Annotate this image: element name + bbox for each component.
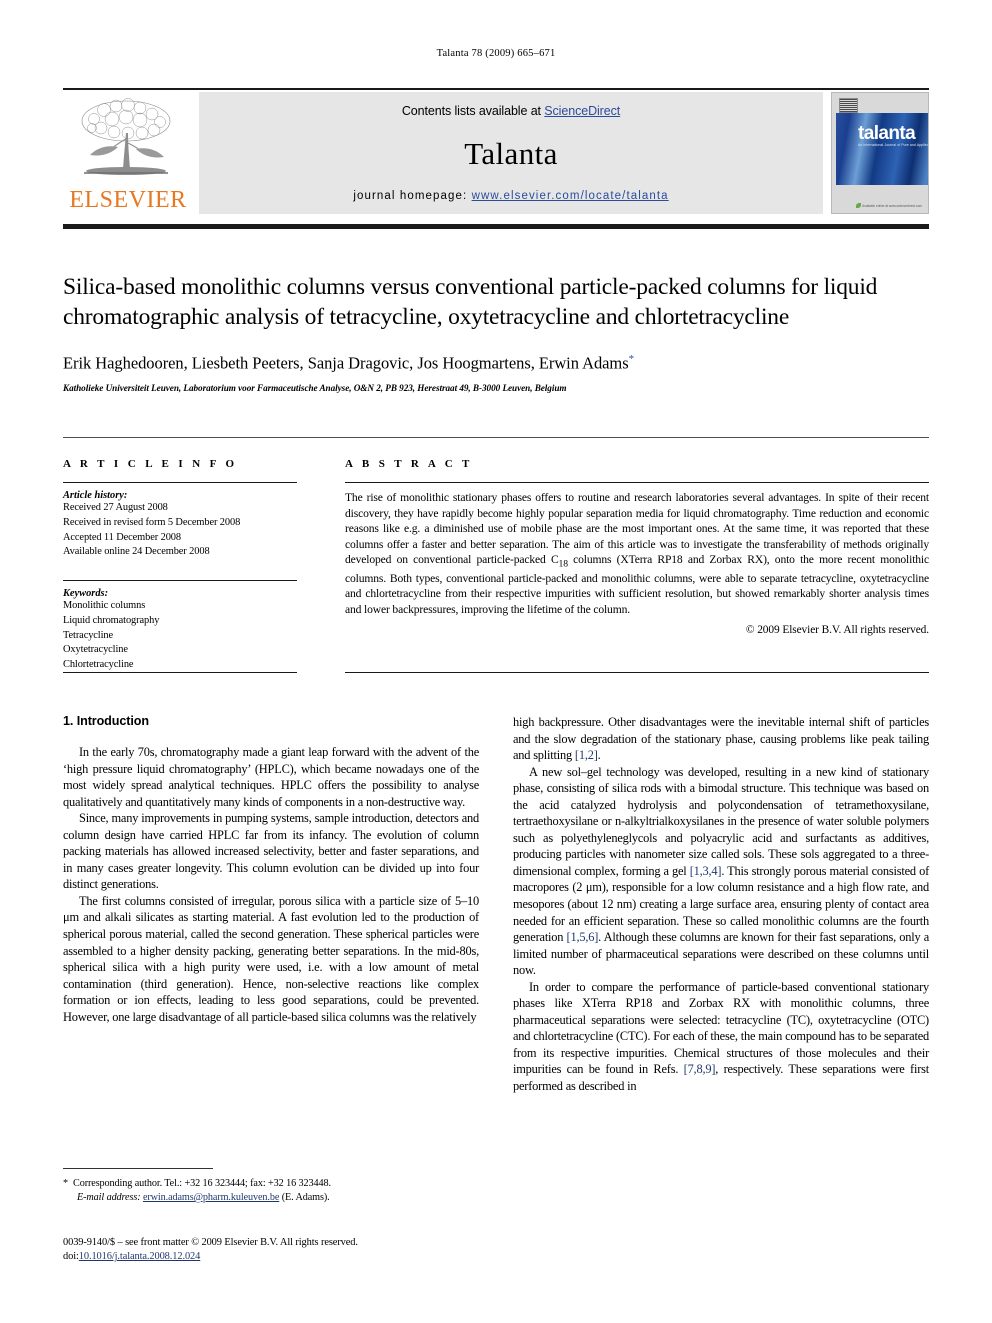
running-head: Talanta 78 (2009) 665–671 — [436, 48, 556, 59]
keyword-item: Tetracycline — [63, 629, 113, 641]
header-top-rule — [63, 88, 929, 90]
article-history-label: Article history: — [63, 490, 128, 501]
footnote-block: * Corresponding author. Tel.: +32 16 3234… — [63, 1177, 479, 1205]
journal-homepage-line: journal homepage: www.elsevier.com/locat… — [353, 190, 668, 202]
copyright-line: © 2009 Elsevier B.V. All rights reserved… — [745, 624, 929, 637]
abstract-bottom-rule — [345, 672, 929, 673]
abstract-text: The rise of monolithic stationary phases… — [345, 490, 929, 617]
keyword-item: Monolithic columns — [63, 600, 146, 612]
article-history-item: Received in revised form 5 December 2008 — [63, 516, 241, 528]
article-history-item: Accepted 11 December 2008 — [63, 531, 181, 543]
paragraph: In order to compare the performance of p… — [513, 979, 929, 1094]
article-history-item: Received 27 August 2008 — [63, 502, 168, 513]
citation-reference[interactable]: [1,5,6] — [567, 930, 599, 944]
keywords-rule — [63, 580, 297, 582]
imprint-block: 0039-9140/$ – see front matter © 2009 El… — [63, 1236, 493, 1265]
abstract-subscript: 18 — [558, 558, 569, 570]
keyword-item: Chlortetracycline — [63, 659, 134, 671]
doi-link[interactable]: 10.1016/j.talanta.2008.12.024 — [79, 1251, 201, 1262]
elsevier-wordmark: ELSEVIER — [69, 187, 187, 213]
cover-footer-text: Available online at www.sciencedirect.co… — [862, 204, 922, 208]
citation-reference[interactable]: [7,8,9] — [684, 1062, 716, 1076]
elsevier-tree-icon — [81, 98, 171, 175]
journal-cover-thumbnail: talanta An International Journal of Pure… — [831, 92, 929, 214]
email-link[interactable]: erwin.adams@pharm.kuleuven.be — [143, 1192, 279, 1203]
email-note: E-mail address: erwin.adams@pharm.kuleuv… — [63, 1191, 479, 1205]
contents-prefix: Contents lists available at — [401, 104, 545, 118]
journal-homepage-link[interactable]: www.elsevier.com/locate/talanta — [472, 190, 669, 202]
leaf-icon — [856, 203, 862, 208]
info-bottom-rule — [63, 672, 297, 673]
sciencedirect-link[interactable]: ScienceDirect — [544, 104, 620, 118]
citation-reference[interactable]: [1,2] — [575, 748, 598, 762]
page-title: Silica-based monolithic columns versus c… — [63, 274, 878, 331]
cover-footer: Available online at www.sciencedirect.co… — [856, 203, 922, 208]
article-info-column: A R T I C L E I N F O Article history: R… — [63, 458, 297, 673]
cover-title: talanta — [858, 123, 916, 144]
title-bottom-rule — [63, 437, 929, 438]
abstract-column: A B S T R A C T The rise of monolithic s… — [345, 458, 929, 636]
journal-center-band: Contents lists available at ScienceDirec… — [199, 92, 823, 214]
article-info-heading: A R T I C L E I N F O — [63, 458, 238, 470]
contents-lists-line: Contents lists available at ScienceDirec… — [402, 104, 620, 118]
affiliation: Katholieke Universiteit Leuven, Laborato… — [63, 383, 567, 394]
abstract-heading: A B S T R A C T — [345, 458, 473, 470]
homepage-label: journal homepage: — [353, 190, 468, 202]
email-label: E-mail address: — [77, 1192, 141, 1204]
asterisk-icon: * — [63, 1178, 68, 1189]
section-heading-introduction: 1. Introduction — [63, 714, 149, 728]
keywords-label: Keywords: — [63, 588, 109, 600]
keyword-item: Liquid chromatography — [63, 614, 160, 626]
paragraph: The first columns consisted of irregular… — [63, 893, 479, 1024]
keyword-item: Oxytetracycline — [63, 644, 128, 656]
body-column-right: high backpressure. Other disadvantages w… — [513, 714, 929, 1095]
footnote-rule — [63, 1168, 213, 1169]
journal-header-band: ELSEVIER Contents lists available at Sci… — [63, 92, 929, 214]
doi-label: doi: — [63, 1251, 79, 1263]
corresponding-author-text: Corresponding author. Tel.: +32 16 32344… — [73, 1178, 331, 1189]
paragraph: high backpressure. Other disadvantages w… — [513, 715, 929, 763]
citation-reference[interactable]: [1,3,4] — [690, 864, 722, 878]
article-history-item: Available online 24 December 2008 — [63, 546, 210, 558]
doi-line: doi:10.1016/j.talanta.2008.12.024 — [63, 1250, 493, 1264]
keywords-block: Keywords: Monolithic columns Liquid chro… — [63, 580, 297, 673]
author-list: Erik Haghedooren, Liesbeth Peeters, Sanj… — [63, 353, 929, 374]
cover-subtitle: An International Journal of Pure and App… — [858, 143, 929, 147]
title-block: Silica-based monolithic columns versus c… — [63, 272, 929, 393]
email-suffix: (E. Adams). — [281, 1192, 330, 1204]
article-info-rule — [63, 482, 297, 483]
corresponding-author-note: * Corresponding author. Tel.: +32 16 3234… — [63, 1177, 479, 1191]
header-bottom-rule — [63, 224, 929, 229]
author-names: Erik Haghedooren, Liesbeth Peeters, Sanj… — [63, 353, 629, 373]
paragraph: In the early 70s, chromatography made a … — [63, 745, 479, 809]
front-matter-line: 0039-9140/$ – see front matter © 2009 El… — [63, 1237, 358, 1248]
journal-title: Talanta — [464, 136, 558, 171]
paragraph: A new sol–gel technology was developed, … — [513, 764, 929, 978]
body-column-left: 1. Introduction In the early 70s, chroma… — [63, 714, 479, 1025]
corresponding-author-marker: * — [628, 352, 635, 365]
cover-publisher-mark-icon — [839, 98, 858, 113]
abstract-rule — [345, 482, 929, 483]
paper-page: Talanta 78 (2009) 665–671 ELSEVIER Conte… — [0, 0, 992, 1323]
paragraph: Since, many improvements in pumping syst… — [63, 811, 479, 892]
elsevier-logo: ELSEVIER — [63, 92, 193, 214]
